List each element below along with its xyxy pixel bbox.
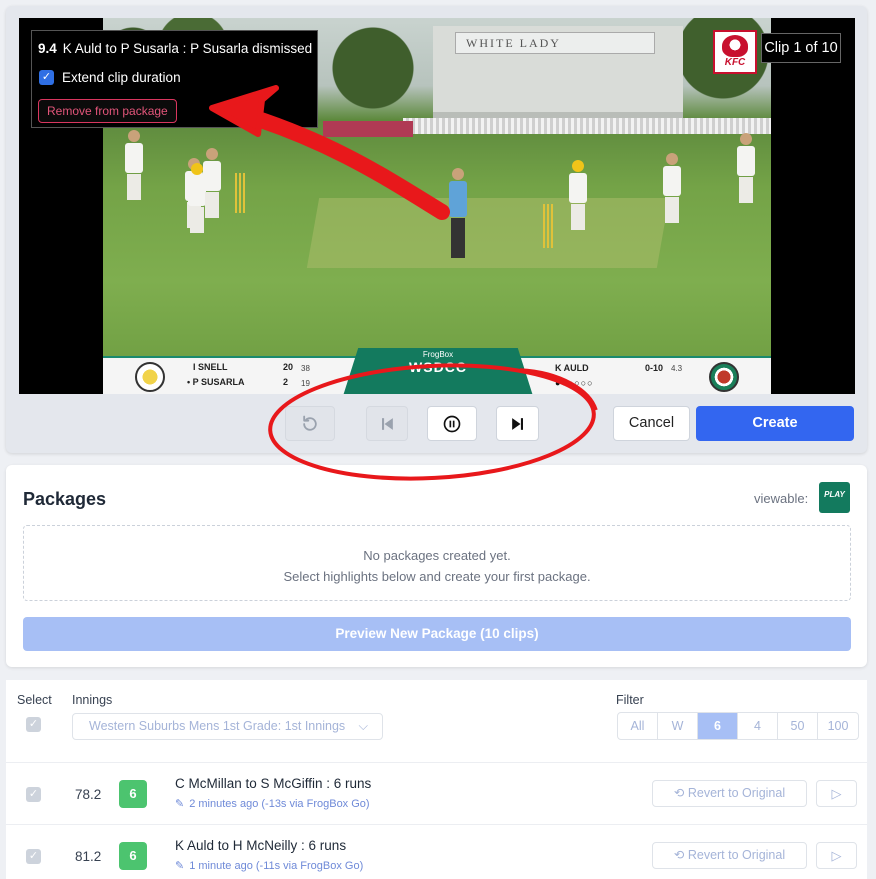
highlight-checkbox[interactable]: ✓ (26, 787, 41, 802)
batter2-balls: 19 (301, 379, 310, 388)
batter2-runs: 2 (283, 377, 289, 387)
highlight-description: C McMillan to S McGiffin : 6 runs (175, 776, 372, 791)
highlight-row: ✓ 81.2 6 K Auld to H McNeilly : 6 runs ✎… (6, 824, 867, 879)
boundary-banner (323, 121, 413, 137)
cancel-button[interactable]: Cancel (613, 406, 690, 441)
remove-from-package-button[interactable]: Remove from package (38, 99, 177, 123)
history-icon: ⟲ (673, 848, 688, 862)
skip-back-icon (382, 417, 393, 430)
fielder (203, 148, 221, 218)
clip-counter: Clip 1 of 10 (761, 33, 841, 63)
pause-icon (443, 415, 461, 432)
filter-hundreds[interactable]: 100 (818, 713, 858, 739)
empty-state-line1: No packages created yet. (363, 548, 511, 563)
highlight-meta: ✎ 2 minutes ago (-13s via FrogBox Go) (175, 798, 370, 810)
bowler-overs: 4.3 (671, 364, 683, 373)
previous-clip-button[interactable] (366, 406, 408, 441)
next-clip-button[interactable] (496, 406, 539, 441)
stumps-near (543, 204, 553, 248)
preview-package-button[interactable]: Preview New Package (10 clips) (23, 617, 851, 651)
play-icon: ▷ (831, 848, 842, 863)
colonel-face-icon (722, 35, 748, 57)
highlight-description: K Auld to H McNeilly : 6 runs (175, 838, 347, 853)
scoreboard-overlay: I SNELL 20 38 • P SUSARLA 2 19 FrogBox W… (103, 348, 771, 394)
create-button[interactable]: Create (696, 406, 854, 441)
clip-over: 9.4 (38, 41, 57, 56)
filter-fours[interactable]: 4 (738, 713, 778, 739)
runs-badge: 6 (119, 842, 147, 870)
batter (569, 160, 587, 230)
select-all-checkbox[interactable]: ✓ (26, 717, 41, 732)
scoreboard-center: FrogBox WSDCC (343, 348, 533, 394)
edit-icon: ✎ (175, 798, 185, 810)
highlight-checkbox[interactable]: ✓ (26, 849, 41, 864)
innings-select[interactable]: Western Suburbs Mens 1st Grade: 1st Inni… (72, 713, 383, 740)
clip-description: K Auld to P Susarla : P Susarla dismisse… (62, 41, 313, 56)
highlights-card: Select Innings Filter ✓ Western Suburbs … (6, 680, 867, 879)
umpire (449, 168, 467, 258)
replay-button[interactable] (285, 406, 335, 441)
runs-badge: 6 (119, 780, 147, 808)
viewable-label: viewable: (754, 491, 809, 506)
select-label: Select (17, 693, 52, 707)
fielder (737, 133, 755, 203)
batter2-name: • P SUSARLA (187, 377, 245, 387)
check-icon[interactable]: ✓ (39, 70, 54, 85)
bowler-figures: 0-10 (645, 363, 664, 373)
edit-icon: ✎ (175, 860, 185, 872)
play-icon: ▷ (831, 786, 842, 801)
chevron-down-icon: ⌵ (358, 719, 368, 733)
history-icon: ⟲ (673, 786, 688, 800)
boundary-fence (403, 118, 771, 134)
stumps-far (235, 173, 245, 213)
packages-title: Packages (23, 489, 107, 509)
cricket-pitch (306, 198, 670, 268)
background-building: WHITE LADY (433, 26, 683, 118)
replay-icon (303, 415, 317, 431)
filter-button-group: All W 6 4 50 100 (617, 712, 859, 740)
extend-clip-label: Extend clip duration (62, 70, 181, 85)
fielder (125, 130, 143, 200)
venue-sign: WHITE LADY (455, 32, 655, 54)
clip-title: 9.4 K Auld to P Susarla : P Susarla dismi… (38, 41, 312, 56)
over-ball-dots: ●●●○○○ (555, 378, 594, 388)
play-clip-button[interactable]: ▷ (816, 842, 857, 869)
highlight-over: 78.2 (75, 787, 102, 802)
filter-label: Filter (616, 693, 644, 707)
filter-fifties[interactable]: 50 (778, 713, 818, 739)
pause-button[interactable] (427, 406, 477, 441)
empty-state-line2: Select highlights below and create your … (283, 569, 591, 584)
scoreboard-brand: FrogBox (422, 350, 454, 359)
scoreboard-team: WSDCC (409, 359, 467, 375)
batting-team-badge (135, 362, 165, 392)
highlight-meta: ✎ 1 minute ago (-11s via FrogBox Go) (175, 860, 364, 872)
innings-label: Innings (72, 693, 113, 707)
highlight-over: 81.2 (75, 849, 102, 864)
sponsor-logo-text: KFC (724, 57, 746, 68)
highlight-row: ✓ 78.2 6 C McMillan to S McGiffin : 6 ru… (6, 762, 867, 824)
batter1-name: I SNELL (193, 362, 228, 372)
skip-forward-icon (511, 417, 523, 430)
filter-all[interactable]: All (618, 713, 658, 739)
packages-card: Packages viewable: PLAY No packages crea… (6, 465, 867, 667)
sponsor-logo: KFC (713, 30, 757, 74)
play-platform-logo: PLAY (819, 482, 850, 513)
fielder (663, 153, 681, 223)
innings-select-value: Western Suburbs Mens 1st Grade: 1st Inni… (89, 719, 346, 733)
packages-empty-state: No packages created yet. Select highligh… (23, 525, 851, 601)
play-clip-button[interactable]: ▷ (816, 780, 857, 807)
filter-sixes[interactable]: 6 (698, 713, 738, 739)
batter1-runs: 20 (283, 362, 294, 372)
bowling-team-badge (709, 362, 739, 392)
extend-clip-toggle[interactable]: ✓ Extend clip duration (39, 70, 181, 85)
clip-info-overlay: 9.4 K Auld to P Susarla : P Susarla dismi… (31, 30, 318, 128)
revert-to-original-button[interactable]: ⟲ Revert to Original (652, 780, 807, 807)
revert-to-original-button[interactable]: ⟲ Revert to Original (652, 842, 807, 869)
bowler-name: K AULD (555, 363, 589, 373)
batter1-balls: 38 (301, 364, 310, 373)
filter-wickets[interactable]: W (658, 713, 698, 739)
